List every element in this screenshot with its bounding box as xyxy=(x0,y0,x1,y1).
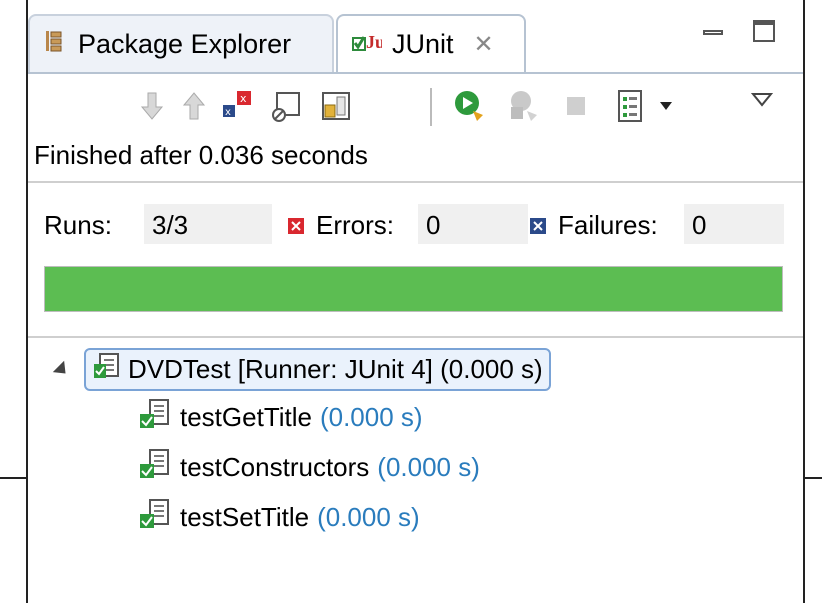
test-name: testConstructors xyxy=(180,452,370,482)
tab-package-explorer-label: Package Explorer xyxy=(78,28,292,59)
suite-selection[interactable]: DVDTest [Runner: JUnit 4] (0.000 s) xyxy=(84,348,551,391)
tree-test-row[interactable]: testGetTitle (0.000 s) xyxy=(138,398,423,437)
junit-icon: Ju xyxy=(352,28,385,61)
history-dropdown-icon[interactable] xyxy=(648,88,684,124)
progress-bar-fill xyxy=(45,267,782,311)
errors-label: Errors: xyxy=(316,210,394,240)
failure-icon xyxy=(530,218,546,234)
tab-junit-label: JUnit xyxy=(392,28,454,59)
test-run-session-icon[interactable] xyxy=(318,88,354,124)
runs-value: 3/3 xyxy=(144,204,272,244)
minimize-icon[interactable] xyxy=(703,30,723,35)
tree-test-row[interactable]: testConstructors (0.000 s) xyxy=(138,448,480,487)
rerun-test-icon[interactable] xyxy=(452,88,488,124)
errors-value: 0 xyxy=(418,204,528,244)
stop-icon[interactable] xyxy=(558,88,594,124)
scroll-lock-icon[interactable] xyxy=(268,88,304,124)
failures-label: Failures: xyxy=(558,210,658,240)
window-edge-horizontal-right xyxy=(803,477,822,479)
test-time: (0.000 s) xyxy=(317,502,420,532)
svg-text:x: x xyxy=(225,107,231,118)
test-passed-icon xyxy=(138,448,172,487)
test-time: (0.000 s) xyxy=(377,452,480,482)
maximize-icon[interactable] xyxy=(753,20,775,42)
progress-bar xyxy=(44,266,783,312)
view-window-controls xyxy=(703,20,803,42)
failures-value: 0 xyxy=(684,204,784,244)
tab-package-explorer[interactable]: Package Explorer xyxy=(28,14,334,72)
test-name: testSetTitle xyxy=(180,502,310,532)
rerun-failed-first-icon[interactable] xyxy=(506,88,542,124)
toolbar-separator xyxy=(430,88,432,126)
test-passed-icon xyxy=(138,498,172,537)
test-passed-icon xyxy=(138,398,172,437)
test-suite-icon xyxy=(92,352,120,387)
tab-junit[interactable]: Ju JUnit ✕ xyxy=(336,14,526,72)
previous-failure-icon[interactable] xyxy=(176,88,212,124)
status-divider xyxy=(28,181,803,183)
tree-suite-row[interactable]: DVDTest [Runner: JUnit 4] (0.000 s) xyxy=(52,348,551,391)
window-edge-right xyxy=(803,0,805,603)
view-tab-bar: Package Explorer Ju JUnit ✕ xyxy=(28,0,803,72)
test-name: testGetTitle xyxy=(180,402,312,432)
tree-test-row[interactable]: testSetTitle (0.000 s) xyxy=(138,498,420,537)
runs-label: Runs: xyxy=(44,210,112,240)
collapse-arrow-icon[interactable] xyxy=(52,360,72,379)
run-status-message: Finished after 0.036 seconds xyxy=(34,140,368,170)
junit-toolbar: x x xyxy=(28,72,803,138)
close-icon[interactable]: ✕ xyxy=(474,30,494,59)
next-failure-icon[interactable] xyxy=(134,88,170,124)
test-time: (0.000 s) xyxy=(319,402,423,432)
suite-label: DVDTest [Runner: JUnit 4] (0.000 s) xyxy=(128,354,543,384)
test-counters: Runs: 3/3 Errors: 0 Failures: 0 xyxy=(28,200,803,250)
svg-text:x: x xyxy=(240,92,247,105)
results-divider xyxy=(28,336,803,338)
view-menu-icon[interactable] xyxy=(744,82,780,118)
show-failures-only-icon[interactable]: x x xyxy=(220,88,256,124)
test-history-icon[interactable] xyxy=(612,88,648,124)
window-edge-horizontal-left xyxy=(0,477,28,479)
package-explorer-icon xyxy=(44,29,68,60)
error-icon xyxy=(288,218,304,234)
svg-text:Ju: Ju xyxy=(366,32,382,52)
